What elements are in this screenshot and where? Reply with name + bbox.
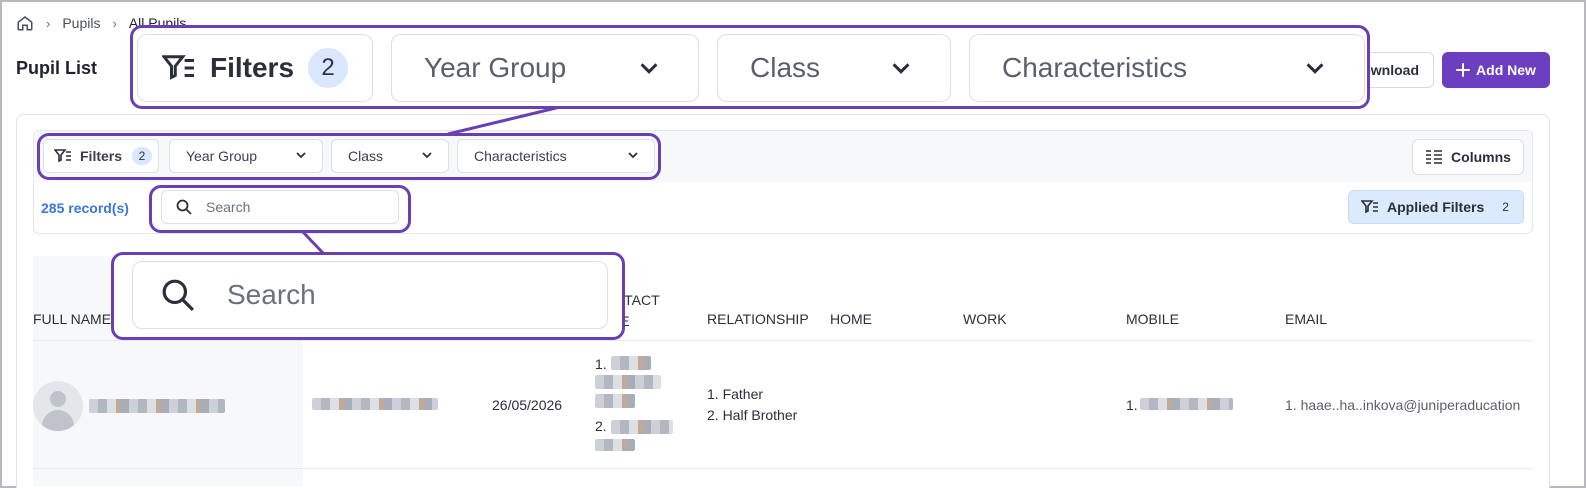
zoomed-year-group-dropdown[interactable]: Year Group — [391, 34, 699, 102]
zoomed-filters-count-badge: 2 — [308, 48, 349, 88]
filter-icon — [162, 53, 196, 83]
zoomed-year-group-label: Year Group — [424, 52, 567, 83]
zoomed-class-label: Class — [750, 52, 821, 83]
chevron-down-icon — [888, 55, 914, 81]
zoomed-filters-panel: Filters 2 Year Group Class Characteristi… — [130, 25, 1370, 109]
zoomed-search-panel: Search — [111, 252, 625, 340]
zoomed-filters-button[interactable]: Filters 2 — [137, 34, 373, 102]
zoomed-search-placeholder: Search — [227, 279, 316, 310]
zoomed-filters-label: Filters — [210, 52, 295, 83]
chevron-down-icon — [1302, 55, 1328, 81]
zoomed-characteristics-dropdown[interactable]: Characteristics — [969, 34, 1365, 102]
zoomed-class-dropdown[interactable]: Class — [717, 34, 951, 102]
zoomed-characteristics-label: Characteristics — [1002, 52, 1188, 83]
search-icon — [161, 278, 195, 312]
chevron-down-icon — [636, 55, 662, 81]
zoomed-search-input[interactable]: Search — [132, 261, 608, 329]
